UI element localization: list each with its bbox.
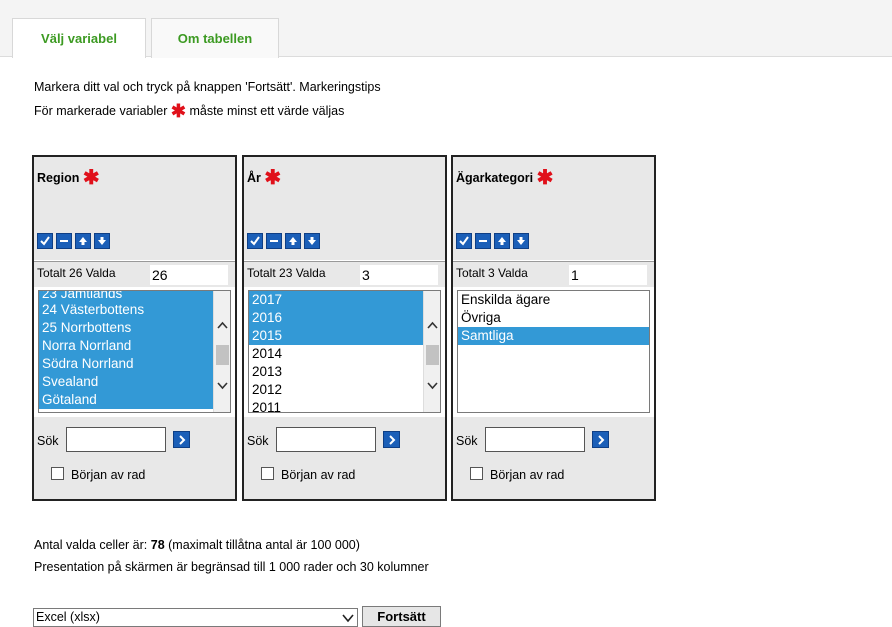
list-item[interactable]: 24 Västerbottens xyxy=(39,301,214,319)
search-go-icon[interactable] xyxy=(383,431,400,448)
list-item[interactable]: 2015 xyxy=(249,327,424,345)
search-label: Sök xyxy=(37,434,59,448)
sort-up-icon[interactable] xyxy=(75,233,91,249)
selection-total: Totalt 23 Valda 3 xyxy=(244,261,445,287)
search-label: Sök xyxy=(247,434,269,448)
sort-down-icon[interactable] xyxy=(94,233,110,249)
required-star-icon: ✱ xyxy=(170,101,186,121)
panel-title: År ✱ xyxy=(247,167,282,189)
value-listbox[interactable]: Enskilda ägare Övriga Samtliga xyxy=(457,290,650,413)
scroll-down-icon[interactable] xyxy=(426,379,439,392)
list-item[interactable]: 2017 xyxy=(249,291,424,309)
list-item[interactable]: Enskilda ägare xyxy=(458,291,649,309)
scroll-thumb[interactable] xyxy=(216,345,229,365)
output-format-value: Excel (xlsx) xyxy=(36,610,100,624)
value-listbox[interactable]: 23 Jämtlands 24 Västerbottens 25 Norrbot… xyxy=(38,290,231,413)
required-note: För markerade variabler ✱ måste minst et… xyxy=(34,101,344,122)
sort-up-icon[interactable] xyxy=(494,233,510,249)
variable-panel-ar: År ✱ Totalt 23 Valda 3 2017 2016 2015 20… xyxy=(242,155,447,501)
selected-cells-count: 78 xyxy=(150,538,165,552)
panel-footer: Sök Början av rad xyxy=(244,417,445,499)
scrollbar[interactable] xyxy=(213,291,230,412)
instruction-text: Markera ditt val och tryck på knappen 'F… xyxy=(34,80,381,94)
list-item[interactable]: 2011 xyxy=(249,399,440,412)
panel-header: År ✱ xyxy=(244,157,445,260)
select-all-icon[interactable] xyxy=(456,233,472,249)
tab-om-tabellen[interactable]: Om tabellen xyxy=(151,18,279,58)
list-item[interactable]: Södra Norrland xyxy=(39,355,214,373)
list-item[interactable]: 25 Norrbottens xyxy=(39,319,214,337)
scroll-down-icon[interactable] xyxy=(216,379,229,392)
list-item[interactable]: 2013 xyxy=(249,363,440,381)
sort-down-icon[interactable] xyxy=(513,233,529,249)
panel-footer: Sök Början av rad xyxy=(453,417,654,499)
panel-footer: Sök Början av rad xyxy=(34,417,235,499)
required-star-icon: ✱ xyxy=(264,167,282,189)
required-note-prefix: För markerade variabler xyxy=(34,104,168,118)
search-label: Sök xyxy=(456,434,478,448)
panel-header: Ägarkategori ✱ xyxy=(453,157,654,260)
variable-panel-region: Region ✱ Totalt 26 Valda 26 23 Jämtlands… xyxy=(32,155,237,501)
required-star-icon: ✱ xyxy=(536,167,554,189)
begin-row-checkbox[interactable] xyxy=(261,467,274,480)
presentation-note: Presentation på skärmen är begränsad til… xyxy=(34,560,429,574)
list-item[interactable]: Norra Norrland xyxy=(39,337,214,355)
scrollbar[interactable] xyxy=(423,291,440,412)
panel-title: Ägarkategori ✱ xyxy=(456,167,554,189)
begin-row-label: Början av rad xyxy=(490,468,565,482)
begin-row-label: Början av rad xyxy=(281,468,356,482)
sort-down-icon[interactable] xyxy=(304,233,320,249)
selection-total: Totalt 26 Valda 26 xyxy=(34,261,235,287)
variable-panel-agarkategori: Ägarkategori ✱ Totalt 3 Valda 1 Enskilda… xyxy=(451,155,656,501)
begin-row-checkbox[interactable] xyxy=(470,467,483,480)
deselect-all-icon[interactable] xyxy=(56,233,72,249)
required-note-suffix: måste minst ett värde väljas xyxy=(189,104,345,118)
list-item[interactable]: 2014 xyxy=(249,345,440,363)
select-all-icon[interactable] xyxy=(37,233,53,249)
search-go-icon[interactable] xyxy=(173,431,190,448)
search-input[interactable] xyxy=(276,427,376,452)
list-item[interactable]: 23 Jämtlands xyxy=(39,291,230,301)
select-all-icon[interactable] xyxy=(247,233,263,249)
search-input[interactable] xyxy=(66,427,166,452)
panel-header: Region ✱ xyxy=(34,157,235,260)
continue-button[interactable]: Fortsätt xyxy=(362,606,441,627)
begin-row-checkbox[interactable] xyxy=(51,467,64,480)
value-listbox[interactable]: 2017 2016 2015 2014 2013 2012 2011 xyxy=(248,290,441,413)
search-go-icon[interactable] xyxy=(592,431,609,448)
begin-row-label: Början av rad xyxy=(71,468,146,482)
selected-cells-info: Antal valda celler är: 78 (maximalt till… xyxy=(34,538,360,552)
scroll-thumb[interactable] xyxy=(426,345,439,365)
list-item[interactable]: Övriga xyxy=(458,309,649,327)
search-input[interactable] xyxy=(485,427,585,452)
scroll-up-icon[interactable] xyxy=(426,319,439,332)
list-item[interactable]: 2012 xyxy=(249,381,440,399)
selected-count: 3 xyxy=(360,265,438,285)
output-format-select[interactable]: Excel (xlsx) xyxy=(33,608,358,627)
sort-up-icon[interactable] xyxy=(285,233,301,249)
dropdown-chevron-icon xyxy=(342,614,354,623)
panel-title: Region ✱ xyxy=(37,167,100,189)
deselect-all-icon[interactable] xyxy=(475,233,491,249)
tab-valj-variabel[interactable]: Välj variabel xyxy=(12,18,146,58)
deselect-all-icon[interactable] xyxy=(266,233,282,249)
selected-count: 26 xyxy=(150,265,228,285)
list-item[interactable]: Götaland xyxy=(39,391,214,409)
required-star-icon: ✱ xyxy=(82,167,100,189)
list-item[interactable]: Svealand xyxy=(39,373,214,391)
selected-count: 1 xyxy=(569,265,647,285)
list-item[interactable]: Samtliga xyxy=(458,327,649,345)
list-item[interactable]: 2016 xyxy=(249,309,424,327)
scroll-up-icon[interactable] xyxy=(216,319,229,332)
selection-total: Totalt 3 Valda 1 xyxy=(453,261,654,287)
